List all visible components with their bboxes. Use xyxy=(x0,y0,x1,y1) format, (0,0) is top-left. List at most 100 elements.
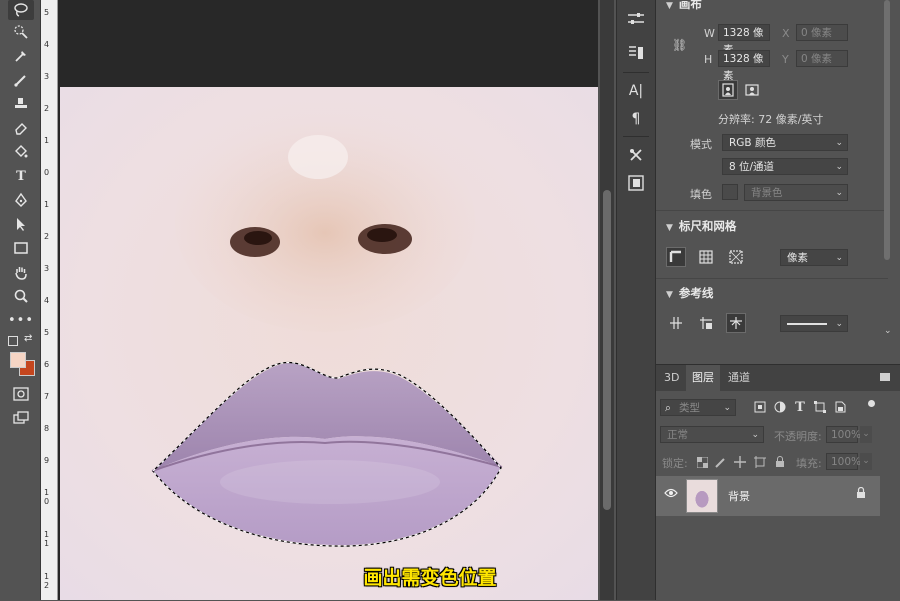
fill-value: 背景色 xyxy=(751,187,783,199)
pixel-grid-icon[interactable] xyxy=(726,247,746,267)
paragraph-styles-icon[interactable] xyxy=(623,42,649,64)
landscape-orientation-button[interactable] xyxy=(742,80,762,100)
chevron-down-icon: ⌄ xyxy=(835,162,843,172)
paragraph-panel-icon[interactable]: ¶ xyxy=(623,108,649,130)
foreground-color-swatch[interactable] xyxy=(10,352,26,368)
opacity-label: 不透明度: xyxy=(774,430,822,443)
chevron-down-icon[interactable]: ⌄ xyxy=(884,326,892,336)
tool-presets-icon[interactable] xyxy=(623,144,649,166)
lock-label: 锁定: xyxy=(662,457,688,470)
lock-position-icon[interactable] xyxy=(730,452,750,472)
lock-transparent-pixels-icon[interactable] xyxy=(692,452,712,472)
fill-select[interactable]: 背景色 ⌄ xyxy=(744,184,848,201)
lock-image-pixels-icon[interactable] xyxy=(710,452,730,472)
rulers-grid-section-header[interactable]: ▼ 标尺和网格 xyxy=(666,218,736,234)
fill-label: 填充: xyxy=(796,457,822,470)
canvas-vertical-scrollbar[interactable] xyxy=(600,0,614,600)
canvas-section-title: 画布 xyxy=(678,0,702,11)
default-colors-icon[interactable] xyxy=(8,336,18,346)
filter-type-layer-icon[interactable]: T xyxy=(790,397,810,417)
quick-selection-tool-icon[interactable] xyxy=(8,22,34,42)
resolution-text: 分辨率: 72 像素/英寸 xyxy=(718,113,824,126)
ruler-tick-label: 9 xyxy=(44,456,50,465)
scrollbar-thumb[interactable] xyxy=(603,190,611,510)
filter-smart-object-icon[interactable] xyxy=(830,397,850,417)
tab-layers[interactable]: 图层 xyxy=(686,365,720,391)
swap-colors-icon[interactable]: ⇄ xyxy=(24,333,32,344)
chevron-down-icon[interactable]: ⌄ xyxy=(860,426,872,443)
section-divider xyxy=(656,278,888,279)
ruler-tick-label: 2 xyxy=(44,232,50,241)
eye-visibility-icon[interactable] xyxy=(664,488,678,501)
canvas-section-header[interactable]: ▼ 画布 xyxy=(666,0,702,12)
swatches-panel-icon[interactable] xyxy=(623,172,649,194)
more-tools-icon[interactable]: ••• xyxy=(8,310,34,330)
opacity-field[interactable]: 100% xyxy=(826,426,861,443)
path-selection-tool-icon[interactable] xyxy=(8,214,34,234)
character-panel-icon[interactable]: A| xyxy=(623,80,649,102)
tab-3d[interactable]: 3D xyxy=(658,365,685,391)
clone-stamp-tool-icon[interactable] xyxy=(8,94,34,114)
chevron-down-icon: ⌄ xyxy=(835,188,843,198)
chevron-down-icon[interactable]: ⌄ xyxy=(860,453,872,470)
document-image[interactable] xyxy=(60,87,598,600)
tools-panel: T ••• ⇄ xyxy=(0,0,41,600)
eraser-tool-icon[interactable] xyxy=(8,118,34,138)
eyedropper-tool-icon[interactable] xyxy=(8,46,34,66)
ruler-tick-label: 8 xyxy=(44,424,50,433)
ruler-icon[interactable] xyxy=(666,247,686,267)
ruler-tick-label: 4 xyxy=(44,40,50,49)
layers-panel: 3D 图层 通道 ⌕ 类型 ⌄ T 正常 ⌄ 不透明度: 100% ⌄ 锁定: 填… xyxy=(656,364,900,601)
lock-guides-icon[interactable] xyxy=(726,313,746,333)
bit-depth-value: 8 位/通道 xyxy=(729,161,775,173)
portrait-orientation-button[interactable] xyxy=(718,80,738,100)
x-field[interactable]: 0 像素 xyxy=(796,24,848,41)
chevron-down-icon: ⌄ xyxy=(835,138,843,148)
panel-menu-icon[interactable] xyxy=(880,373,890,381)
color-mode-select[interactable]: RGB 颜色 ⌄ xyxy=(722,134,848,151)
fill-field[interactable]: 100% xyxy=(826,453,861,470)
zoom-tool-icon[interactable] xyxy=(8,286,34,306)
lock-artboard-icon[interactable] xyxy=(750,452,770,472)
grid-icon[interactable] xyxy=(696,247,716,267)
pen-tool-icon[interactable] xyxy=(8,190,34,210)
rectangle-tool-icon[interactable] xyxy=(8,238,34,258)
layer-row-background[interactable]: 背景 xyxy=(656,476,880,516)
quick-mask-icon[interactable] xyxy=(8,384,34,404)
guide-style-select[interactable]: ⌄ xyxy=(780,315,848,332)
properties-scrollbar[interactable] xyxy=(882,0,892,340)
height-field[interactable]: 1328 像素 xyxy=(718,50,770,82)
screen-mode-icon[interactable] xyxy=(8,408,34,428)
bit-depth-select[interactable]: 8 位/通道 ⌄ xyxy=(722,158,848,175)
y-field[interactable]: 0 像素 xyxy=(796,50,848,67)
brush-tool-icon[interactable] xyxy=(8,70,34,90)
smart-guides-icon[interactable] xyxy=(696,313,716,333)
blend-mode-select[interactable]: 正常 ⌄ xyxy=(660,426,764,443)
filter-pixel-layer-icon[interactable] xyxy=(750,397,770,417)
guides-section-header[interactable]: ▼ 参考线 xyxy=(666,285,713,301)
fill-color-swatch[interactable] xyxy=(722,184,738,200)
ruler-tick-label: 1 xyxy=(44,200,50,209)
paint-bucket-tool-icon[interactable] xyxy=(8,142,34,162)
chevron-down-icon: ⌄ xyxy=(751,430,759,440)
filter-toggle-icon[interactable] xyxy=(868,400,875,407)
width-field[interactable]: 1328 像素 xyxy=(718,24,770,56)
vertical-ruler: 5 4 3 2 1 0 1 2 3 4 5 6 7 8 9 1 0 1 1 1 … xyxy=(41,0,58,600)
filter-shape-layer-icon[interactable] xyxy=(810,397,830,417)
layer-filter-kind-select[interactable]: ⌕ 类型 ⌄ xyxy=(660,399,736,416)
ruler-tick-label: 6 xyxy=(44,360,50,369)
dock-divider xyxy=(623,136,649,137)
guides-icon[interactable] xyxy=(666,313,686,333)
link-dimensions-icon[interactable]: ⛓ xyxy=(672,38,687,54)
properties-panel-icon[interactable] xyxy=(623,8,649,30)
filter-adjustment-layer-icon[interactable] xyxy=(770,397,790,417)
scrollbar-thumb[interactable] xyxy=(884,0,890,260)
tab-channels[interactable]: 通道 xyxy=(722,365,756,391)
ruler-tick-label: 3 xyxy=(44,72,50,81)
lasso-tool-icon[interactable] xyxy=(8,0,34,20)
ruler-units-select[interactable]: 像素 ⌄ xyxy=(780,249,848,266)
color-mode-value: RGB 颜色 xyxy=(729,137,776,149)
lock-all-icon[interactable] xyxy=(770,452,790,472)
hand-tool-icon[interactable] xyxy=(8,262,34,282)
type-tool-icon[interactable]: T xyxy=(8,166,34,186)
